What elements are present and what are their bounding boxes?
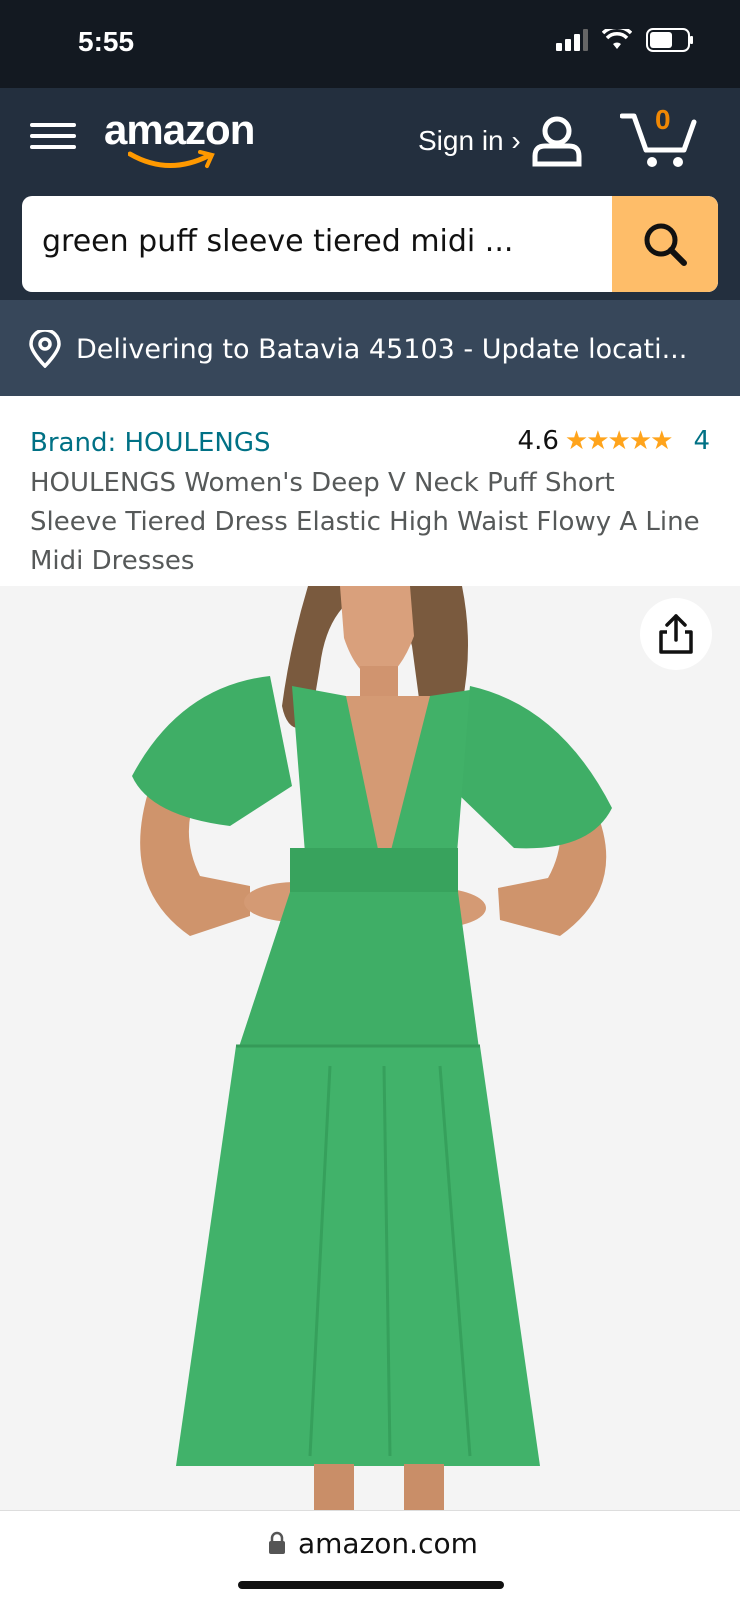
delivery-bar[interactable]: Delivering to Batavia 45103 - Update loc…	[0, 300, 740, 396]
brand-link[interactable]: Brand: HOULENGS	[30, 428, 271, 458]
status-time: 5:55	[78, 26, 135, 57]
cart-count: 0	[655, 104, 671, 135]
status-bar: 5:55	[0, 0, 740, 88]
lock-icon	[269, 1531, 285, 1554]
product-title: HOULENGS Women's Deep V Neck Puff Short …	[30, 468, 700, 576]
search-icon	[644, 223, 687, 266]
battery-icon	[646, 28, 693, 52]
location-pin-icon	[29, 330, 61, 368]
status-icons	[556, 28, 694, 52]
logo-smile-icon	[128, 150, 215, 168]
share-icon	[659, 614, 693, 654]
search-bar[interactable]: green puff sleeve tiered midi ...	[22, 196, 718, 292]
menu-icon[interactable]	[30, 116, 76, 160]
search-button[interactable]	[612, 196, 718, 292]
search-input[interactable]: green puff sleeve tiered midi ...	[42, 224, 513, 259]
user-icon[interactable]	[530, 114, 584, 168]
sign-in-link[interactable]: Sign in ›	[418, 125, 521, 157]
share-button[interactable]	[640, 598, 712, 670]
delivery-location-text[interactable]: Delivering to Batavia 45103 - Update loc…	[76, 334, 687, 365]
rating-summary[interactable]: 4.6 ★★★★★ 4	[518, 426, 710, 456]
dress-illustration	[0, 586, 740, 1510]
rating-count[interactable]: 4	[693, 426, 710, 456]
url-text[interactable]: amazon.com	[298, 1527, 478, 1560]
browser-url-bar[interactable]: amazon.com	[0, 1510, 740, 1601]
star-rating-icon: ★★★★★	[564, 426, 674, 456]
wifi-icon	[602, 29, 632, 49]
rating-value: 4.6	[517, 426, 559, 456]
product-image[interactable]	[0, 586, 740, 1510]
product-info: Brand: HOULENGS 4.6 ★★★★★ 4 HOULENGS Wom…	[0, 396, 740, 586]
signal-icon	[556, 29, 588, 51]
home-indicator[interactable]	[238, 1581, 504, 1589]
amazon-logo[interactable]: amazon	[104, 106, 255, 154]
